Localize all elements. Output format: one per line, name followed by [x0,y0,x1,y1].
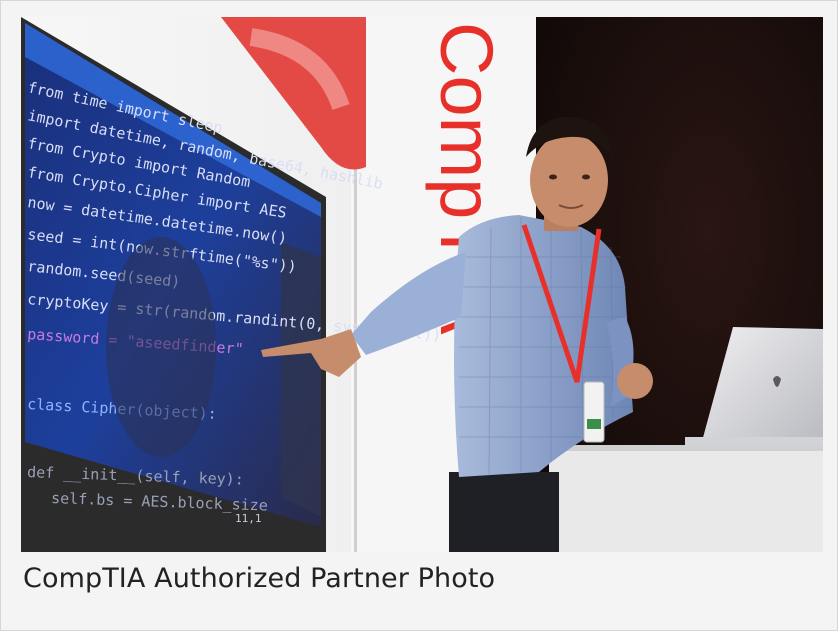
name-badge [583,381,605,443]
photo-card: CompTIA from time import sleep import da… [0,0,838,631]
photo-illustration: CompTIA from time import sleep import da… [21,17,823,552]
editor-status: 11,1 [235,512,262,525]
presenter-pants [449,472,559,552]
presenter-head [530,133,608,227]
presenter-fist [617,363,653,399]
photo-caption: CompTIA Authorized Partner Photo [23,563,496,594]
lectern [549,445,823,552]
partner-photo: CompTIA from time import sleep import da… [21,17,823,552]
